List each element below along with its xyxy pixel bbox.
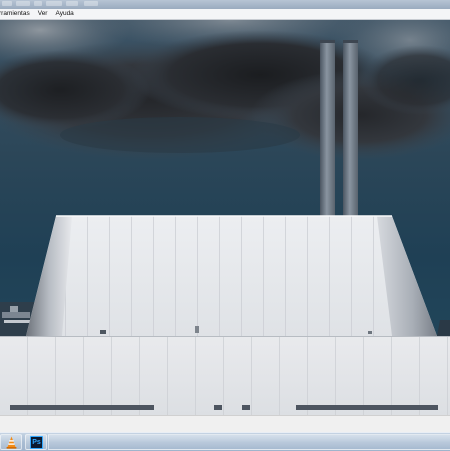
menu-bar: rramientas Ver Ayuda [0, 9, 450, 20]
status-bar [0, 415, 450, 433]
title-ghost [66, 1, 78, 6]
taskbar-vlc-button[interactable] [0, 434, 22, 450]
title-ghost [34, 1, 42, 6]
menu-ver[interactable]: Ver [34, 9, 52, 19]
taskbar-window-button[interactable] [48, 434, 450, 450]
vlc-icon [6, 436, 17, 449]
photo [0, 20, 450, 415]
title-ghost [2, 1, 12, 6]
windows-taskbar: Ps [0, 432, 450, 451]
menu-ayuda[interactable]: Ayuda [51, 9, 77, 19]
title-ghost [16, 1, 30, 6]
image-viewer-canvas[interactable] [0, 20, 450, 415]
photoshop-icon-text: Ps [32, 439, 41, 446]
menu-herramientas[interactable]: rramientas [0, 9, 34, 19]
title-ghost [84, 1, 98, 6]
title-ghost [46, 1, 62, 6]
taskbar-photoshop-button[interactable]: Ps [25, 434, 47, 450]
photoshop-icon: Ps [30, 436, 43, 449]
